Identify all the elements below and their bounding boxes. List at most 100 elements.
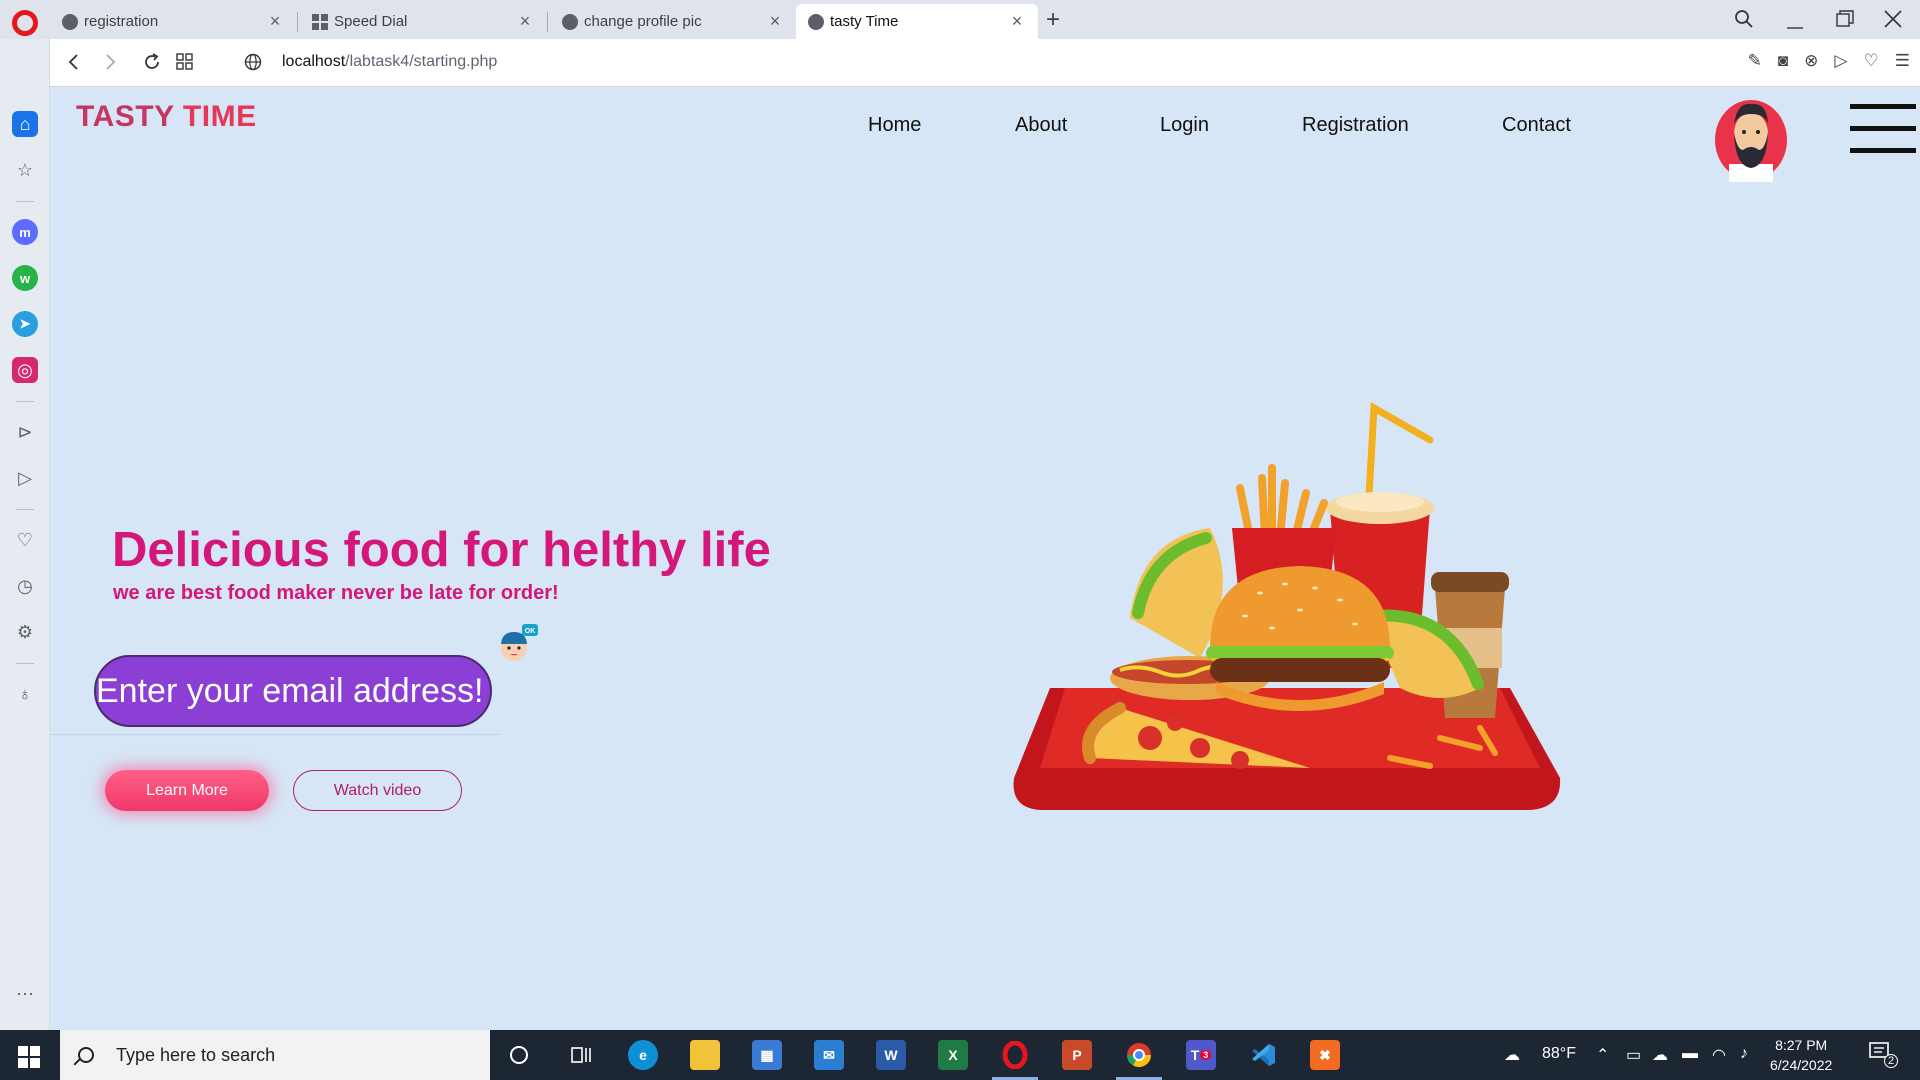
globe-icon: [62, 13, 78, 30]
hero-headline: Delicious food for helthy life: [112, 523, 771, 577]
kid-sticker-icon: OK: [501, 624, 538, 661]
email-field[interactable]: [94, 655, 492, 727]
tray-expand-icon[interactable]: ⌃: [1596, 1045, 1609, 1065]
tab-divider: [547, 12, 548, 32]
vscode-icon[interactable]: [1248, 1040, 1278, 1070]
tab-title: registration: [84, 13, 159, 30]
url-field[interactable]: localhost/labtask4/starting.php: [282, 53, 497, 71]
divider-line: [50, 734, 500, 735]
tab-tasty-time[interactable]: tasty Time ×: [796, 4, 1038, 39]
teams-badge: 3: [1200, 1050, 1212, 1060]
snapshot-edit-icon[interactable]: ✎: [1748, 51, 1762, 71]
reload-icon[interactable]: [142, 52, 162, 72]
logo-word-time: TIME: [182, 100, 257, 133]
site-info-icon[interactable]: [244, 53, 262, 71]
history-clock-icon[interactable]: ◷: [12, 573, 38, 599]
easy-setup-icon[interactable]: ☰: [1895, 51, 1910, 71]
notification-center-icon[interactable]: 2: [1868, 1040, 1899, 1070]
close-icon[interactable]: ×: [266, 11, 284, 32]
home-icon[interactable]: ⌂: [12, 111, 38, 137]
instagram-icon[interactable]: ◎: [12, 357, 38, 383]
tab-change-profile-pic[interactable]: change profile pic ×: [550, 4, 796, 39]
tab-speed-dial[interactable]: Speed Dial ×: [300, 4, 546, 39]
tips-bulb-icon[interactable]: ♁: [12, 681, 38, 707]
clock-date: 6/24/2022: [1770, 1057, 1833, 1073]
mail-icon[interactable]: ✉: [814, 1040, 844, 1070]
fast-food-tray-illustration: [1013, 402, 1561, 810]
nav-home[interactable]: Home: [868, 114, 921, 137]
nav-contact[interactable]: Contact: [1502, 114, 1571, 137]
sticker-badge: OK: [525, 628, 536, 635]
chrome-icon[interactable]: [1124, 1040, 1154, 1070]
nav-login[interactable]: Login: [1160, 114, 1209, 137]
url-host: localhost: [282, 53, 346, 70]
browser-tab-strip: registration × Speed Dial × change profi…: [0, 0, 1920, 39]
word-icon[interactable]: W: [876, 1040, 906, 1070]
opera-menu-icon[interactable]: [12, 10, 38, 36]
meet-now-icon[interactable]: ▭: [1626, 1045, 1641, 1065]
excel-icon[interactable]: X: [938, 1040, 968, 1070]
xampp-icon[interactable]: ✖: [1310, 1040, 1340, 1070]
sidebar-divider: [16, 401, 34, 402]
restore-icon[interactable]: [1836, 10, 1854, 28]
onedrive-icon[interactable]: ☁: [1652, 1045, 1668, 1065]
wifi-icon[interactable]: ◠: [1712, 1045, 1726, 1065]
opera-taskbar-icon[interactable]: [1000, 1040, 1030, 1070]
volume-icon[interactable]: ♪: [1740, 1045, 1748, 1063]
adblock-icon[interactable]: ⊗: [1804, 51, 1818, 71]
powerpoint-icon[interactable]: P: [1062, 1040, 1092, 1070]
favorites-heart-icon[interactable]: ♡: [12, 527, 38, 553]
notification-count: 2: [1884, 1054, 1899, 1068]
close-icon[interactable]: ×: [1008, 11, 1026, 32]
teams-icon[interactable]: T3: [1186, 1040, 1216, 1070]
windows-start-icon[interactable]: [18, 1046, 40, 1068]
weather-temperature[interactable]: 88°F: [1542, 1045, 1576, 1063]
file-explorer-icon[interactable]: [690, 1040, 720, 1070]
back-icon[interactable]: [66, 53, 80, 71]
globe-icon: [562, 13, 578, 30]
tab-divider: [297, 12, 298, 32]
settings-gear-icon[interactable]: ⚙: [12, 619, 38, 645]
camera-icon[interactable]: ◙: [1778, 51, 1788, 71]
teams-letter: T: [1190, 1047, 1200, 1063]
battery-icon[interactable]: ▬: [1682, 1045, 1698, 1063]
whatsapp-icon[interactable]: w: [12, 265, 38, 291]
nav-about[interactable]: About: [1015, 114, 1067, 137]
tabs-grid-icon[interactable]: [176, 53, 194, 71]
learn-more-button[interactable]: Learn More: [105, 770, 269, 811]
taskbar-search-box[interactable]: Type here to search: [60, 1030, 490, 1080]
send-icon[interactable]: ▷: [1834, 51, 1847, 71]
address-bar: localhost/labtask4/starting.php ✎ ◙ ⊗ ▷ …: [50, 39, 1920, 87]
tab-registration[interactable]: registration ×: [50, 4, 296, 39]
edge-icon[interactable]: e: [628, 1040, 658, 1070]
new-tab-button[interactable]: +: [1046, 6, 1060, 34]
watch-video-button[interactable]: Watch video: [293, 770, 462, 811]
url-path: /labtask4/starting.php: [345, 53, 498, 70]
bookmarks-star-icon[interactable]: ☆: [12, 157, 38, 183]
messenger-icon[interactable]: m: [12, 219, 38, 245]
cortana-icon[interactable]: [504, 1040, 534, 1070]
close-icon[interactable]: ×: [516, 11, 534, 32]
window-close-icon[interactable]: [1884, 10, 1902, 28]
search-tabs-icon[interactable]: [1734, 9, 1754, 29]
weather-icon[interactable]: ☁: [1504, 1045, 1520, 1065]
profile-avatar[interactable]: [1715, 94, 1787, 182]
close-icon[interactable]: ×: [766, 11, 784, 32]
microsoft-store-icon[interactable]: ▦: [752, 1040, 782, 1070]
tab-title: change profile pic: [584, 13, 702, 30]
flow-send-icon[interactable]: ▷: [12, 465, 38, 491]
telegram-icon[interactable]: ➤: [12, 311, 38, 337]
heart-icon[interactable]: ♡: [1864, 51, 1879, 71]
task-view-icon[interactable]: [566, 1040, 596, 1070]
minimize-icon[interactable]: [1786, 12, 1804, 30]
taskbar-clock[interactable]: 8:27 PM 6/24/2022: [1770, 1035, 1832, 1075]
logo-word-tasty: TASTY: [76, 100, 175, 133]
clock-time: 8:27 PM: [1775, 1037, 1828, 1053]
address-bar-tools: ✎ ◙ ⊗ ▷ ♡ ☰: [1748, 51, 1910, 71]
nav-registration[interactable]: Registration: [1302, 114, 1409, 137]
forward-icon[interactable]: [104, 53, 118, 71]
hamburger-menu-icon[interactable]: [1850, 104, 1916, 170]
site-logo[interactable]: TASTY TIME: [76, 100, 257, 134]
player-icon[interactable]: ⊳: [12, 419, 38, 445]
more-dots-icon[interactable]: ⋯: [12, 981, 38, 1007]
